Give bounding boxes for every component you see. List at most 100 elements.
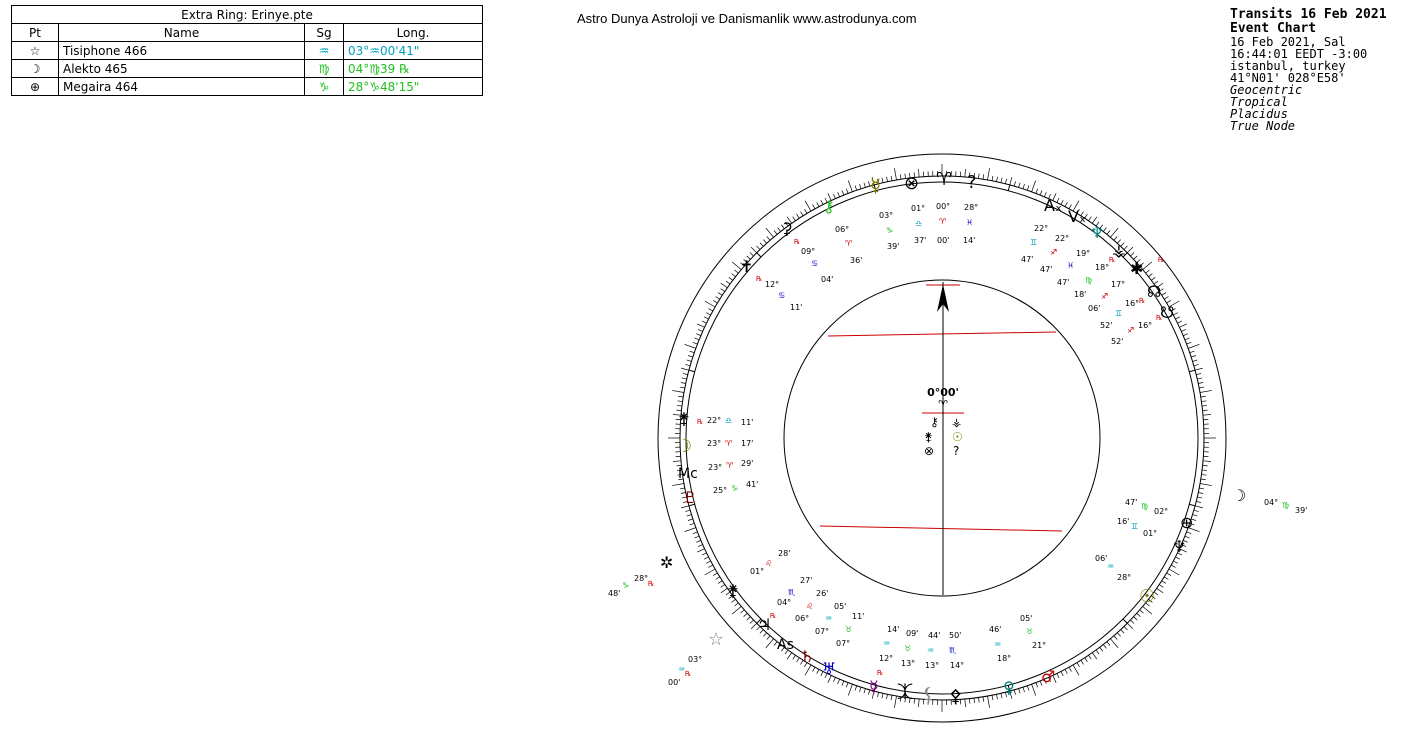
tick-mark: [863, 182, 866, 188]
tick-mark: [913, 698, 915, 704]
cusp-mark: [1007, 184, 1011, 191]
svg-text:28°: 28°: [964, 203, 978, 212]
tick-mark: [1164, 576, 1169, 580]
ax-icon: Aₓ: [1044, 196, 1062, 215]
tick-mark: [1200, 478, 1206, 481]
moon-icon: ☽: [1232, 486, 1246, 505]
tick-mark: [1175, 556, 1181, 560]
tick-mark: [894, 168, 897, 181]
tick-mark: [841, 190, 845, 196]
mars-icon: ♂: [1041, 667, 1055, 686]
tick-mark: [715, 576, 720, 580]
ceres-icon: ⚳: [781, 219, 793, 238]
svg-text:44': 44': [928, 631, 940, 640]
tick-mark: [1031, 180, 1037, 192]
svg-text:22°: 22°: [707, 416, 721, 425]
tick-mark: [1183, 333, 1188, 336]
tick-mark: [1064, 202, 1068, 207]
tick-mark: [1184, 337, 1190, 341]
tick-mark: [1130, 252, 1135, 257]
aspect-line: [819, 525, 1063, 532]
svg-text:39': 39': [1295, 506, 1307, 515]
tick-mark: [734, 269, 739, 274]
svg-text:17': 17': [741, 439, 753, 448]
svg-text:℞: ℞: [648, 580, 654, 588]
tick-mark: [692, 341, 698, 345]
juno-icon: ⚵: [727, 581, 739, 600]
tick-mark: [1088, 655, 1092, 660]
tick-mark: [717, 580, 723, 584]
tick-mark: [701, 552, 707, 556]
tick-mark: [978, 697, 980, 703]
tick-mark: [766, 236, 771, 241]
tick-mark: [1199, 483, 1212, 486]
tick-mark: [1113, 635, 1118, 640]
chart-wheel: 0°00' ♈ ⚷ ⚶ ⚵ ☉ ⊗ ? ☿ ⊗ ♈ ? ⚷ ⚳ ✝ Aₓ Vₓ …: [608, 153, 1307, 723]
svg-text:♍: ♍: [1282, 501, 1289, 510]
tick-mark: [1148, 273, 1153, 277]
tick-mark: [680, 382, 686, 384]
tick-mark: [696, 540, 701, 543]
svg-text:14': 14': [887, 625, 899, 634]
svg-text:39': 39': [887, 242, 899, 251]
tick-mark: [1197, 496, 1203, 499]
tick-mark: [1039, 190, 1043, 196]
pluto-icon: ♇: [683, 488, 697, 507]
tick-mark: [1197, 377, 1203, 380]
tick-mark: [1193, 509, 1199, 512]
tick-mark: [1127, 623, 1134, 630]
svg-text:50': 50': [949, 631, 961, 640]
svg-text:03°: 03°: [879, 211, 893, 220]
svg-text:♐: ♐: [1050, 248, 1057, 257]
svg-text:12°: 12°: [765, 280, 779, 289]
tick-mark: [720, 282, 728, 289]
venus-icon: ♀: [1003, 678, 1015, 697]
cusp-mark: [1122, 618, 1128, 624]
tick-mark: [703, 556, 709, 560]
svg-text:01°: 01°: [911, 204, 925, 213]
tick-mark: [1123, 626, 1128, 631]
tick-mark: [1142, 606, 1153, 615]
tick-mark: [987, 168, 990, 181]
tick-mark: [1194, 505, 1203, 509]
tick-mark: [1022, 183, 1025, 189]
tick-mark: [964, 168, 966, 178]
tick-mark: [720, 584, 725, 588]
tick-mark: [859, 687, 862, 693]
tick-mark: [881, 693, 884, 699]
tick-mark: [706, 312, 711, 316]
tick-mark: [978, 173, 980, 179]
svg-text:14': 14': [963, 236, 975, 245]
node-icon: ?: [967, 172, 977, 193]
svg-text:11': 11': [741, 418, 753, 427]
svg-text:07°: 07°: [836, 639, 850, 648]
tick-mark: [1166, 572, 1172, 576]
tick-mark: [1005, 178, 1007, 184]
tick-mark: [1013, 181, 1016, 187]
tick-mark: [1202, 460, 1212, 462]
svg-text:♓: ♓: [966, 218, 973, 227]
juno-icon: ⚵: [924, 430, 933, 444]
tick-mark: [708, 308, 714, 312]
svg-text:06': 06': [1095, 554, 1107, 563]
tick-mark: [708, 564, 714, 568]
tick-mark: [1035, 682, 1039, 688]
svg-text:℞: ℞: [1109, 256, 1115, 264]
tick-mark: [746, 616, 751, 621]
svg-text:18°: 18°: [1095, 263, 1109, 272]
tick-mark: [731, 606, 742, 615]
svg-text:47': 47': [1125, 498, 1137, 507]
tick-mark: [1201, 474, 1207, 476]
tick-mark: [720, 288, 725, 292]
svg-text:♋: ♋: [811, 259, 818, 268]
tick-mark: [890, 175, 893, 181]
tick-mark: [1189, 350, 1195, 354]
pallas-icon: ⚴: [949, 686, 962, 707]
vesta-icon: ⚶: [952, 416, 961, 429]
tick-mark: [1173, 560, 1178, 564]
tick-mark: [731, 273, 736, 277]
tick-mark: [681, 367, 690, 371]
svg-text:00': 00': [937, 236, 949, 245]
chiron-icon: ⚷: [823, 197, 835, 216]
tick-mark: [696, 333, 701, 336]
